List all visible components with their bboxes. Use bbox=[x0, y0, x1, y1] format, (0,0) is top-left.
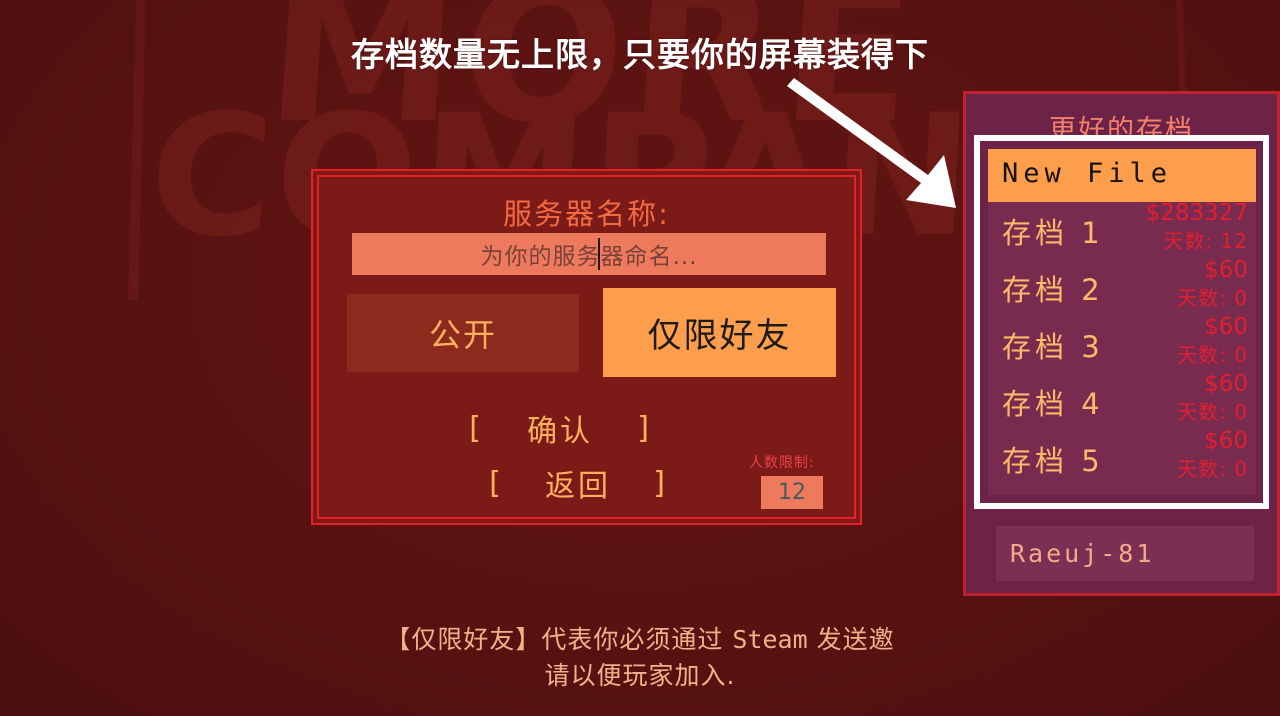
annotation-caption: 存档数量无上限，只要你的屏幕装得下 bbox=[351, 35, 929, 74]
bracket-right: ] bbox=[635, 410, 656, 446]
footer-help-line2: 请以便玩家加入. bbox=[544, 661, 736, 690]
max-players-label: 人数限制: bbox=[749, 455, 815, 471]
confirm-button[interactable]: [ 确认 ] bbox=[465, 406, 655, 450]
confirm-label: 确认 bbox=[527, 414, 594, 449]
save-name-input[interactable]: Raeuj-81 bbox=[996, 526, 1254, 581]
back-button[interactable]: [ 返回 ] bbox=[485, 461, 671, 505]
bracket-left: [ bbox=[485, 465, 506, 501]
footer-line1-prefix: 【仅限好友】代表你必须通过 bbox=[385, 625, 733, 654]
footer-line1-steam: Steam bbox=[732, 625, 808, 654]
back-label: 返回 bbox=[545, 469, 612, 504]
footer-line1-suffix: 发送邀 bbox=[807, 625, 895, 654]
friends-only-button[interactable]: 仅限好友 bbox=[603, 288, 836, 377]
game-screen: MORE COMPANY 存档数量无上限，只要你的屏幕装得下 服务器名称: 为你… bbox=[0, 0, 1280, 716]
save-file-panel: 更好的存档 New File 存档 1 $283327 天数: 12 存档 2 $60 天数… bbox=[963, 91, 1280, 596]
save-name-value: Raeuj-81 bbox=[1010, 539, 1155, 568]
public-button[interactable]: 公开 bbox=[347, 294, 579, 372]
save-highlight-box bbox=[974, 135, 1269, 509]
max-players-value: 12 bbox=[778, 480, 806, 505]
max-players-input[interactable]: 12 bbox=[761, 476, 823, 509]
bracket-left: [ bbox=[465, 410, 486, 446]
host-server-dialog: 服务器名称: 为你的服务器命名... 公开 仅限好友 [ 确认 ] [ 返回 ]… bbox=[311, 169, 862, 525]
footer-help-text: 【仅限好友】代表你必须通过 Steam 发送邀 请以便玩家加入. bbox=[0, 622, 1280, 694]
bracket-right: ] bbox=[651, 465, 672, 501]
footer-help-line1: 【仅限好友】代表你必须通过 Steam 发送邀 bbox=[0, 622, 1280, 658]
